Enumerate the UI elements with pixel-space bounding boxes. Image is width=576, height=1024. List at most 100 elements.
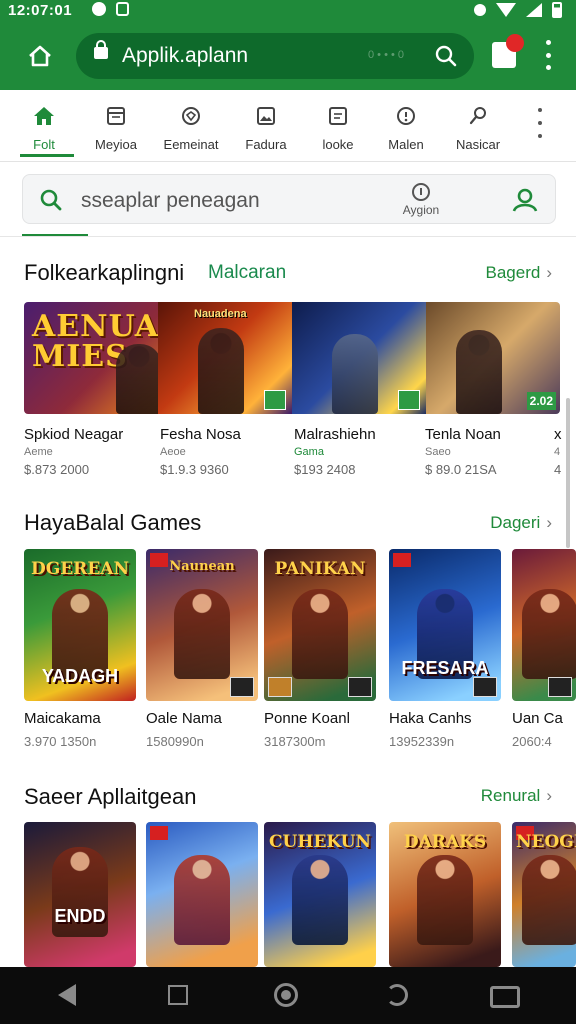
tile-tag (230, 677, 254, 697)
section-subtitle[interactable]: Malcaran (208, 262, 286, 284)
tile-caption: FRESARA (401, 658, 489, 678)
tab-folt[interactable]: Folt (8, 102, 80, 158)
browser-toolbar: Applik.aplann 0 • • • 0 (0, 22, 576, 90)
divider (0, 236, 576, 237)
game-name: Uan Ca (512, 710, 563, 727)
app-name: Tenla Noan (425, 426, 501, 443)
game-tile[interactable]: DGEREAN YADAGH (24, 549, 136, 701)
game-meta: 13952339n (389, 734, 455, 749)
tile-title: PANIKAN (274, 559, 366, 579)
banner-panel[interactable] (292, 302, 426, 414)
section-title: Folkearkaplingni (24, 260, 185, 285)
game-tile[interactable]: PANIKAN (264, 549, 376, 701)
more-label: Dageri (490, 513, 541, 532)
tab-malen[interactable]: Malen (370, 102, 442, 158)
tab-label: Malen (388, 137, 424, 152)
app-tile[interactable]: NEOGR (512, 822, 576, 967)
battery-icon (552, 2, 562, 18)
tile-tag (548, 677, 572, 697)
menu-button[interactable] (540, 40, 556, 70)
tile-caption: YADAGH (41, 666, 119, 686)
game-meta: 3187300m (264, 734, 326, 749)
tab-label: looke (322, 137, 354, 152)
app-price: $193 2408 (294, 462, 356, 477)
tabs-icon[interactable] (490, 986, 520, 1008)
tile-title: DGEREAN (30, 559, 130, 579)
game-meta: 3.970 1350n (24, 734, 97, 749)
section-more-link[interactable]: Bagerd › (486, 263, 553, 283)
search-action-button[interactable]: Aygion (399, 183, 443, 217)
app-item[interactable]: x 4 4 (554, 426, 574, 477)
app-tile[interactable]: ENDD (24, 822, 136, 967)
game-tile[interactable] (512, 549, 576, 701)
app-developer: Saeo (425, 446, 451, 458)
account-icon[interactable] (511, 187, 539, 213)
tile-tag (473, 677, 497, 697)
notification-icon (92, 2, 106, 16)
game-tile[interactable]: Naunean (146, 549, 258, 701)
tile-title: Naunean (169, 559, 235, 574)
app-tile[interactable]: DARAKS (389, 822, 501, 967)
app-notification-icon (116, 2, 129, 16)
category-more-button[interactable] (534, 108, 546, 138)
game-tile[interactable]: FRESARA (389, 549, 501, 701)
app-item[interactable]: Tenla Noan Saeo $ 89.0 21SA (425, 426, 555, 477)
home-icon (34, 107, 54, 125)
category-tabs: Folt Meyioa Eemeinat Fadura looke Malen … (0, 90, 576, 162)
address-bar[interactable]: Applik.aplann 0 • • • 0 (76, 33, 474, 79)
tab-meyioa[interactable]: Meyioa (80, 102, 152, 158)
tile-title: DARAKS (403, 832, 487, 852)
app-badge (398, 390, 420, 410)
app-item[interactable]: Spkiod Neagar Aeme $.873 2000 (24, 426, 154, 477)
tab-fadura[interactable]: Fadura (230, 102, 302, 158)
app-item[interactable]: Fesha Nosa Aeoe $1.9.3 9360 (160, 426, 290, 477)
app-tile[interactable]: CUHEKUN (264, 822, 376, 967)
banner-title: Nauadena (194, 308, 247, 320)
tabs-button[interactable] (492, 34, 524, 68)
game-name: Oale Nama (146, 710, 222, 727)
info-icon (397, 107, 415, 125)
home-circle-icon[interactable] (274, 983, 298, 1007)
banner-panel[interactable]: Nauadena (158, 302, 292, 414)
image-icon (257, 107, 275, 125)
tab-nasicar[interactable]: Nasicar (442, 102, 514, 158)
pin-icon (469, 107, 486, 125)
tab-eemeinat[interactable]: Eemeinat (155, 102, 227, 158)
url-text: Applik.aplann (122, 44, 249, 67)
app-tile[interactable] (146, 822, 258, 967)
back-icon[interactable] (58, 984, 76, 1006)
section-title: HayaBalal Games (24, 510, 202, 535)
wifi-icon (496, 3, 516, 17)
section-more-link[interactable]: Renural › (481, 786, 552, 806)
app-developer: 4 (554, 446, 561, 458)
tab-label: Meyioa (95, 137, 137, 152)
search-icon[interactable] (434, 44, 458, 68)
app-name: Malrashiehn (294, 426, 376, 443)
search-bar[interactable]: sseaplar peneagan Aygion (22, 174, 556, 224)
chevron-right-icon: › (546, 786, 552, 805)
app-name: Spkiod Neagar (24, 426, 124, 443)
recents-square-icon[interactable] (168, 985, 188, 1005)
search-input[interactable]: sseaplar peneagan (81, 189, 260, 213)
app-item[interactable]: Malrashiehn Gama $193 2408 (294, 426, 424, 477)
app-name: x (554, 426, 562, 443)
app-developer: Aeme (24, 446, 53, 458)
rotate-icon[interactable] (386, 984, 408, 1006)
app-price: 4 (554, 462, 562, 477)
section-more-link[interactable]: Dageri › (490, 513, 552, 533)
tab-label: Nasicar (455, 137, 501, 152)
alert-icon (412, 183, 430, 201)
lock-icon (94, 40, 108, 59)
tab-looke[interactable]: looke (302, 102, 374, 158)
app-developer: Aeoe (160, 446, 186, 458)
tile-badge (393, 553, 411, 567)
featured-banner[interactable]: AENUAN MIES Nauadena 2.02 (24, 302, 560, 414)
banner-panel[interactable]: AENUAN MIES (24, 302, 187, 414)
home-icon (29, 45, 51, 67)
app-developer: Gama (294, 446, 324, 458)
home-button[interactable] (20, 36, 60, 76)
system-navigation-bar (0, 967, 576, 1024)
app-badge (264, 390, 286, 410)
banner-panel[interactable]: 2.02 (426, 302, 560, 414)
more-label: Bagerd (485, 263, 541, 282)
